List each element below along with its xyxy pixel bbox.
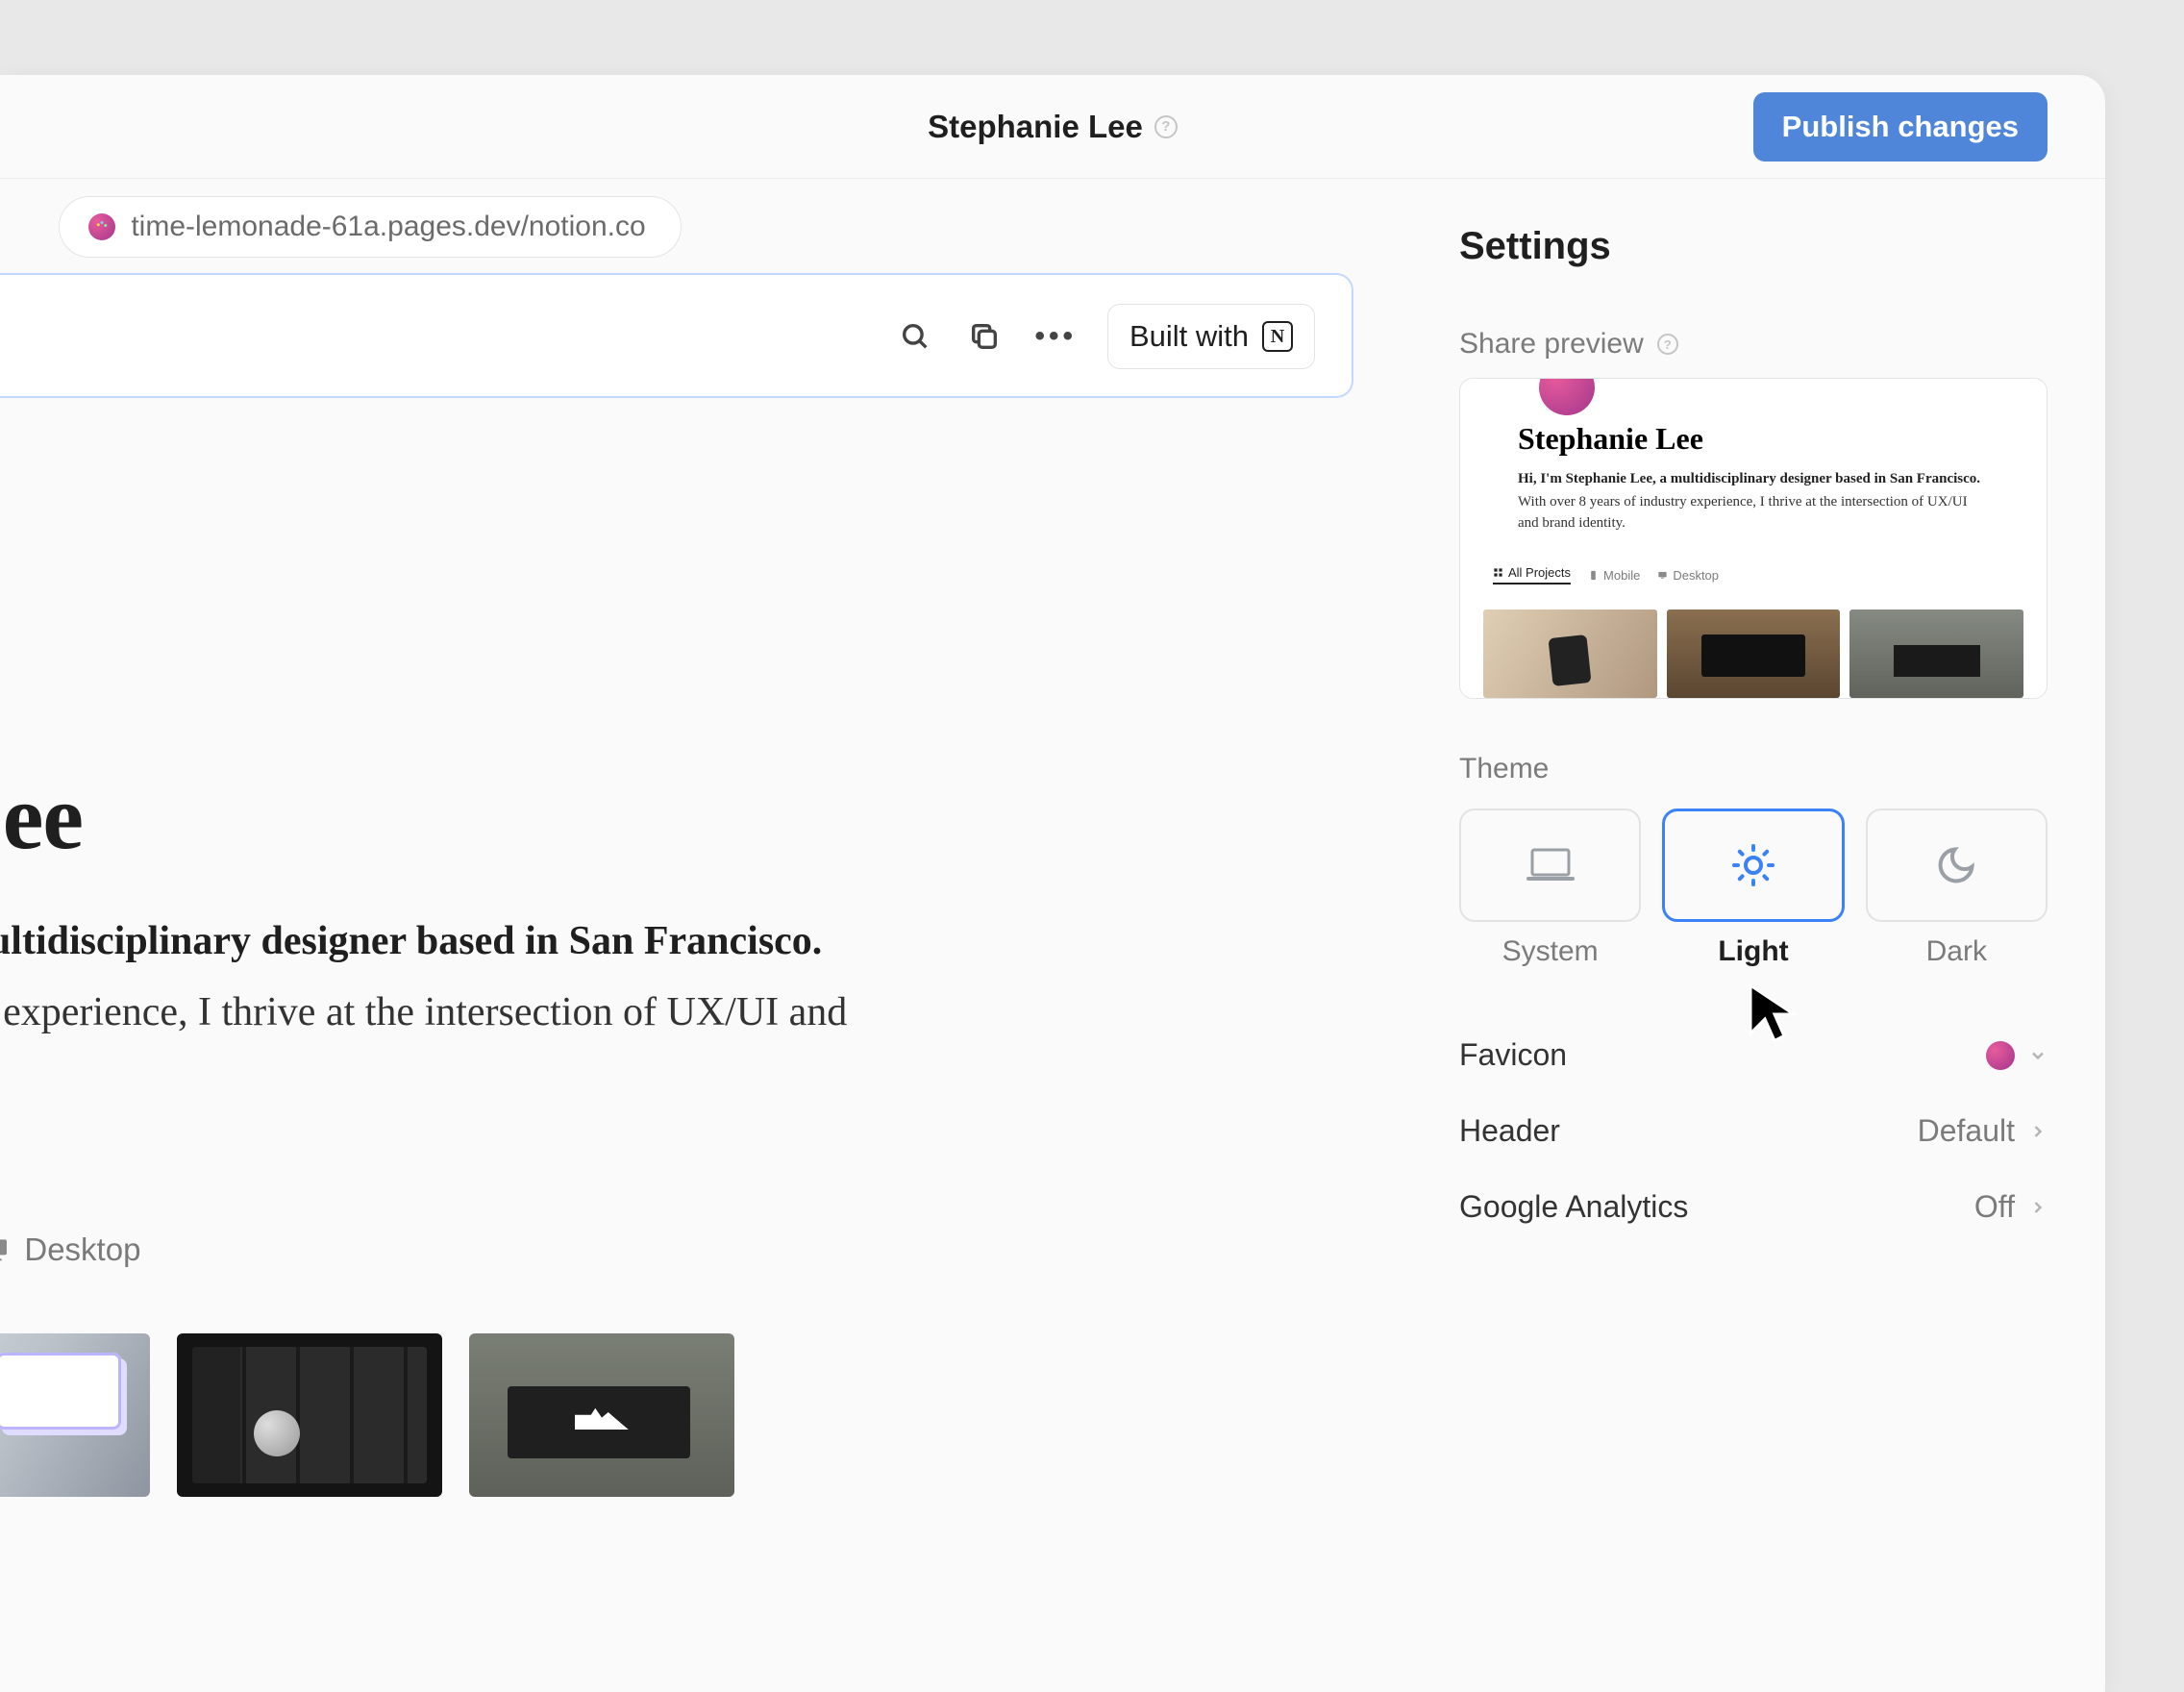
share-preview-label: Share preview ? (1459, 328, 2048, 361)
moon-icon (1935, 844, 1977, 886)
help-icon[interactable]: ? (1657, 334, 1678, 355)
chevron-right-icon (2028, 1122, 2048, 1141)
thumb (1667, 610, 1841, 698)
sp-tab-all: All Projects (1493, 565, 1571, 585)
share-preview-lead: Hi, I'm Stephanie Lee, a multidisciplina… (1518, 471, 1980, 487)
search-icon[interactable] (896, 317, 934, 356)
theme-label-text: Light (1718, 935, 1788, 968)
topbar: Stephanie Lee ? Publish changes (0, 75, 2105, 179)
laptop-icon (1525, 846, 1576, 884)
setting-label: Favicon (1459, 1037, 1567, 1073)
preview-toolbar: ••• Built with N (0, 273, 1353, 398)
tab-label: Desktop (24, 1232, 140, 1268)
share-preview-card[interactable]: Stephanie Lee Hi, I'm Stephanie Lee, a m… (1459, 378, 2048, 699)
page-tabs: bile Desktop (0, 1232, 1432, 1268)
share-preview-tabs: All Projects Mobile Desktop (1493, 565, 1719, 585)
palette-icon (1986, 1041, 2015, 1070)
theme-option-system[interactable]: System (1459, 809, 1641, 968)
setting-row-google-analytics[interactable]: Google Analytics Off (1459, 1189, 2048, 1225)
publish-changes-button[interactable]: Publish changes (1753, 92, 2048, 162)
setting-label: Google Analytics (1459, 1189, 1688, 1225)
setting-value: Off (1974, 1189, 2015, 1225)
page-lead-rest: ars of industry experience, I thrive at … (0, 982, 1432, 1107)
page-lead-bold: anie Lee, a multidisciplinary designer b… (0, 918, 1432, 964)
url-text: time-lemonade-61a.pages.dev/notion.co (131, 211, 645, 243)
tab-desktop[interactable]: Desktop (0, 1232, 140, 1268)
setting-value: Default (1918, 1113, 2015, 1149)
settings-panel: Settings Share preview ? Stephanie Lee H… (1432, 179, 2105, 1692)
sp-tab-desktop: Desktop (1657, 565, 1719, 585)
theme-options: System Light Dark (1459, 809, 2048, 968)
preview-column: time-lemonade-61a.pages.dev/notion.co ••… (0, 179, 1432, 1692)
built-with-button[interactable]: Built with N (1107, 304, 1315, 369)
url-bar[interactable]: time-lemonade-61a.pages.dev/notion.co (59, 196, 681, 258)
chevron-right-icon (2028, 1198, 2048, 1217)
share-preview-thumbs (1483, 610, 2023, 698)
theme-label: Theme (1459, 753, 2048, 785)
setting-label: Header (1459, 1113, 1560, 1149)
theme-option-light[interactable]: Light (1662, 809, 1844, 968)
theme-label-text: System (1502, 935, 1599, 968)
thumb (1849, 610, 2023, 698)
thumb (1483, 610, 1657, 698)
gallery-card[interactable] (177, 1333, 442, 1497)
setting-row-header[interactable]: Header Default (1459, 1113, 2048, 1149)
help-icon[interactable]: ? (1154, 115, 1178, 138)
gallery-card[interactable] (469, 1333, 734, 1497)
more-icon[interactable]: ••• (1034, 320, 1077, 353)
sun-icon (1730, 842, 1776, 888)
settings-heading: Settings (1459, 225, 2048, 268)
built-with-label: Built with (1129, 319, 1249, 354)
theme-label-text: Dark (1926, 935, 1987, 968)
page-title-wrap: Stephanie Lee ? (928, 109, 1178, 145)
avatar-icon (1539, 378, 1595, 415)
gallery-card[interactable] (0, 1333, 150, 1497)
page-title: Stephanie Lee (928, 109, 1143, 145)
desktop-icon (0, 1234, 11, 1265)
theme-option-dark[interactable]: Dark (1866, 809, 2048, 968)
chevron-down-icon (2028, 1046, 2048, 1065)
palette-icon (88, 213, 115, 240)
app-window: Stephanie Lee ? Publish changes time-lem… (0, 75, 2105, 1692)
page-preview-body: anie Lee anie Lee, a multidisciplinary d… (0, 398, 1432, 1497)
sp-tab-mobile: Mobile (1588, 565, 1640, 585)
share-preview-title: Stephanie Lee (1518, 421, 1703, 457)
copy-icon[interactable] (965, 317, 1004, 356)
notion-logo-icon: N (1262, 321, 1293, 352)
page-heading: anie Lee (0, 763, 1432, 870)
content-area: time-lemonade-61a.pages.dev/notion.co ••… (0, 179, 2105, 1692)
gallery-row (0, 1333, 1432, 1497)
setting-row-favicon[interactable]: Favicon (1459, 1037, 2048, 1073)
share-preview-sub: With over 8 years of industry experience… (1518, 492, 1989, 535)
